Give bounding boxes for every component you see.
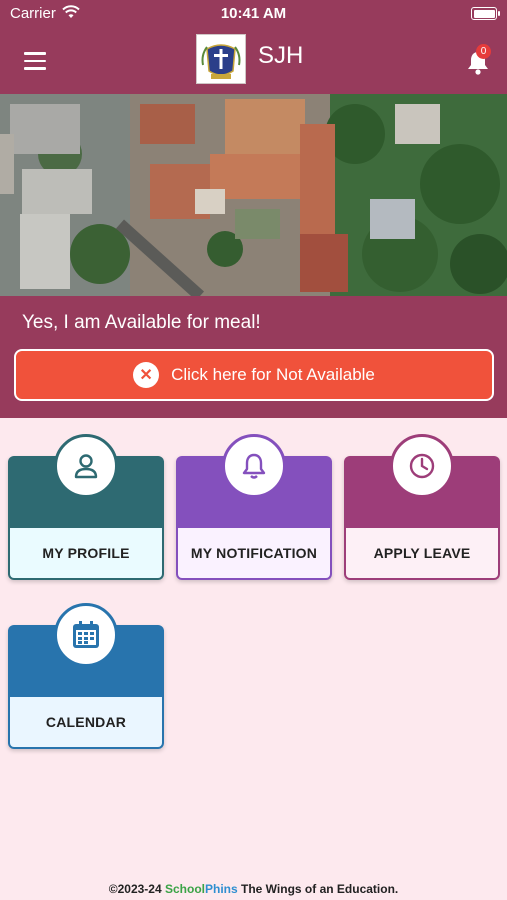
- copyright-text: ©2023-24: [108, 882, 162, 896]
- school-logo: [196, 34, 246, 84]
- calendar-label: CALENDAR: [45, 714, 127, 730]
- apply-leave-label: APPLY LEAVE: [373, 545, 471, 561]
- status-bar: Carrier 10:41 AM: [0, 0, 507, 28]
- close-circle-icon: ✕: [133, 362, 160, 388]
- calendar-icon: [54, 603, 118, 667]
- battery-icon: [471, 7, 500, 20]
- app-title: SJH: [258, 42, 304, 69]
- notification-badge: 0: [476, 44, 491, 59]
- my-profile-label: MY PROFILE: [42, 545, 130, 561]
- my-notification-label: MY NOTIFICATION: [190, 545, 318, 561]
- app-header: SJH 0: [0, 28, 507, 94]
- calendar-tile[interactable]: CALENDAR: [8, 603, 164, 749]
- availability-panel: Yes, I am Available for meal! ✕ Click he…: [0, 296, 507, 418]
- brand-phins: Phins: [205, 882, 238, 896]
- bell-icon: [222, 434, 286, 498]
- footer-tagline: The Wings of an Education.: [241, 882, 399, 896]
- footer: ©2023-24 SchoolPhins The Wings of an Edu…: [0, 882, 507, 896]
- my-notification-tile[interactable]: MY NOTIFICATION: [176, 434, 332, 580]
- menu-icon[interactable]: [24, 52, 46, 70]
- not-available-button[interactable]: ✕ Click here for Not Available: [14, 349, 494, 401]
- apply-leave-tile[interactable]: APPLY LEAVE: [344, 434, 500, 580]
- not-available-button-label: Click here for Not Available: [171, 365, 375, 384]
- brand-school: School: [164, 882, 205, 896]
- user-icon: [54, 434, 118, 498]
- campus-banner-image: [0, 94, 507, 296]
- clock-icon: [390, 434, 454, 498]
- my-profile-tile[interactable]: MY PROFILE: [8, 434, 164, 580]
- clock-time: 10:41 AM: [220, 5, 287, 22]
- availability-status-text: Yes, I am Available for meal!: [22, 312, 261, 333]
